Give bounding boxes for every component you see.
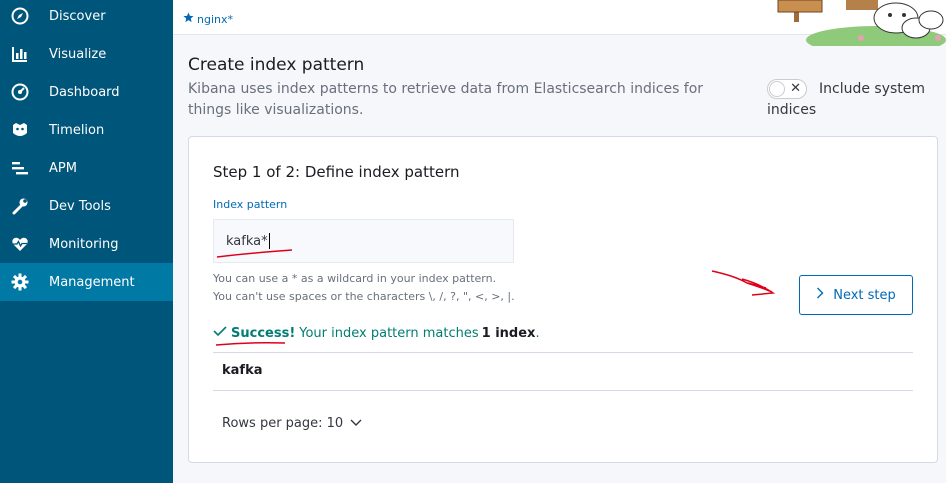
- help-text-wildcard: You can use a * as a wildcard in your in…: [213, 272, 497, 285]
- sidebar-item-label: Timelion: [49, 122, 105, 138]
- table-divider: [213, 390, 913, 391]
- next-step-label: Next step: [833, 287, 896, 303]
- sidebar-item-dev-tools[interactable]: Dev Tools: [0, 187, 173, 225]
- success-message: Success! Your index pattern matches 1 ind…: [213, 325, 540, 341]
- sidebar-item-label: Discover: [49, 8, 106, 24]
- top-bar: nginx*: [173, 0, 946, 46]
- sidebar-item-label: Management: [49, 274, 135, 290]
- sidebar-item-dashboard[interactable]: Dashboard: [0, 73, 173, 111]
- check-icon: [213, 325, 227, 341]
- sidebar-item-management[interactable]: Management: [0, 263, 173, 301]
- success-text: Your index pattern matches: [299, 325, 479, 341]
- sidebar-item-label: Monitoring: [49, 236, 119, 252]
- sidebar-item-timelion[interactable]: Timelion: [0, 111, 173, 149]
- toggle-knob: [769, 81, 785, 97]
- table-row: kafka: [222, 363, 263, 378]
- next-step-button[interactable]: Next step: [799, 275, 913, 315]
- system-indices-toggle[interactable]: ✕: [767, 79, 807, 99]
- table-divider: [213, 352, 913, 353]
- mascot-illustration: [777, 0, 946, 46]
- sidebar-item-apm[interactable]: APM: [0, 149, 173, 187]
- wrench-icon: [10, 196, 30, 216]
- success-period: .: [535, 325, 540, 341]
- compass-icon: [10, 6, 30, 26]
- close-icon: ✕: [790, 81, 801, 96]
- breadcrumb[interactable]: nginx*: [183, 12, 233, 26]
- timelion-icon: [10, 120, 30, 140]
- page-description: Kibana uses index patterns to retrieve d…: [188, 81, 704, 118]
- sidebar-item-discover[interactable]: Discover: [0, 0, 173, 35]
- sidebar-item-label: Dashboard: [49, 84, 120, 100]
- sidebar-item-visualize[interactable]: Visualize: [0, 35, 173, 73]
- index-pattern-label: Index pattern: [213, 198, 288, 211]
- rows-per-page-label: Rows per page: 10: [222, 416, 344, 431]
- sidebar-item-label: Visualize: [49, 46, 107, 62]
- success-label: Success!: [231, 325, 296, 341]
- text-caret: [268, 233, 270, 249]
- index-pattern-value: kafka*: [226, 233, 268, 249]
- breadcrumb-label: nginx*: [197, 12, 233, 26]
- step-title: Step 1 of 2: Define index pattern: [213, 163, 460, 181]
- chevron-down-icon: [350, 416, 362, 431]
- rows-per-page-control[interactable]: Rows per page: 10: [222, 416, 362, 431]
- dashboard-icon: [10, 82, 30, 102]
- sidebar-item-label: APM: [49, 160, 77, 176]
- gear-icon: [10, 272, 30, 292]
- help-text-characters: You can't use spaces or the characters \…: [213, 290, 515, 303]
- chevron-right-icon: [816, 287, 824, 303]
- page-title: Create index pattern: [188, 55, 365, 75]
- index-pattern-input[interactable]: kafka*: [213, 219, 514, 263]
- heartbeat-icon: [10, 234, 30, 254]
- success-count: 1 index: [481, 325, 536, 341]
- star-icon: [183, 12, 194, 26]
- sidebar: Discover Visualize Dashboard Timelion AP…: [0, 0, 173, 483]
- apm-icon: [10, 158, 30, 178]
- sidebar-item-label: Dev Tools: [49, 198, 111, 214]
- sidebar-item-monitoring[interactable]: Monitoring: [0, 225, 173, 263]
- bar-chart-icon: [10, 44, 30, 64]
